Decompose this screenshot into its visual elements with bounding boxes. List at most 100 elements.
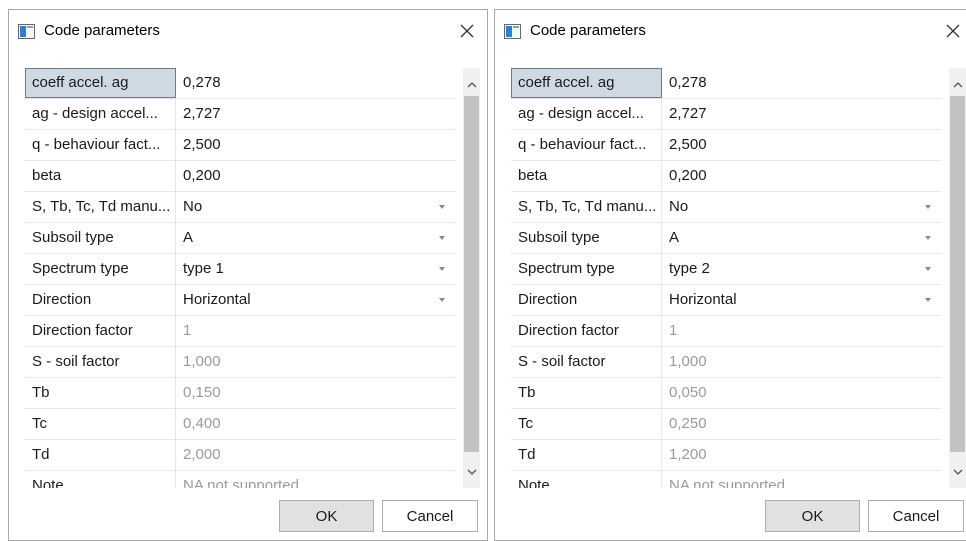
ok-button[interactable]: OK: [765, 500, 860, 532]
property-name[interactable]: coeff accel. ag: [25, 68, 176, 98]
property-name[interactable]: Subsoil type: [511, 223, 662, 253]
table-row[interactable]: Td 2,000: [25, 440, 455, 471]
property-name[interactable]: q - behaviour fact...: [511, 130, 662, 160]
table-row[interactable]: Direction Horizontal: [511, 285, 941, 316]
cancel-button[interactable]: Cancel: [868, 500, 964, 532]
property-value[interactable]: 2,500: [663, 130, 941, 160]
property-value[interactable]: 2,727: [663, 99, 941, 129]
vertical-scrollbar[interactable]: [949, 68, 966, 488]
property-grid: coeff accel. ag 0,278 ag - design accel.…: [511, 68, 966, 488]
table-row[interactable]: coeff accel. ag 0,278: [25, 68, 455, 99]
property-name[interactable]: S, Tb, Tc, Td manu...: [511, 192, 662, 222]
property-value: 1: [669, 322, 678, 339]
table-row[interactable]: Tc 0,250: [511, 409, 941, 440]
dropdown-arrow-icon[interactable]: [439, 298, 445, 302]
property-name[interactable]: q - behaviour fact...: [25, 130, 176, 160]
property-name[interactable]: ag - design accel...: [511, 99, 662, 129]
property-name[interactable]: Tb: [511, 378, 662, 408]
dropdown-arrow-icon[interactable]: [439, 205, 445, 209]
property-name[interactable]: Note: [25, 471, 176, 488]
direction-select[interactable]: Horizontal: [177, 285, 455, 315]
property-name[interactable]: Tb: [25, 378, 176, 408]
property-name[interactable]: Subsoil type: [25, 223, 176, 253]
chevron-down-icon: [953, 469, 962, 475]
table-row[interactable]: Direction factor 1: [25, 316, 455, 347]
property-name[interactable]: Spectrum type: [25, 254, 176, 284]
property-name[interactable]: Direction: [511, 285, 662, 315]
close-button[interactable]: [939, 18, 966, 44]
table-row[interactable]: Subsoil type A: [511, 223, 941, 254]
manual-select[interactable]: No: [177, 192, 455, 222]
property-name[interactable]: Td: [511, 440, 662, 470]
close-button[interactable]: [453, 18, 481, 44]
property-value[interactable]: 2,727: [177, 99, 455, 129]
property-name[interactable]: Direction factor: [25, 316, 176, 346]
table-row[interactable]: Tb 0,050: [511, 378, 941, 409]
table-row[interactable]: S, Tb, Tc, Td manu... No: [25, 192, 455, 223]
scroll-thumb[interactable]: [950, 96, 965, 452]
spectrum-type-select[interactable]: type 2: [663, 254, 941, 284]
table-row[interactable]: Spectrum type type 2: [511, 254, 941, 285]
table-row[interactable]: Tc 0,400: [25, 409, 455, 440]
property-name[interactable]: Note: [511, 471, 662, 488]
property-name[interactable]: S, Tb, Tc, Td manu...: [25, 192, 176, 222]
ok-button[interactable]: OK: [279, 500, 374, 532]
table-row[interactable]: S, Tb, Tc, Td manu... No: [511, 192, 941, 223]
manual-select[interactable]: No: [663, 192, 941, 222]
table-row[interactable]: S - soil factor 1,000: [511, 347, 941, 378]
table-row[interactable]: ag - design accel... 2,727: [511, 99, 941, 130]
scroll-up-button[interactable]: [949, 74, 966, 94]
property-name[interactable]: Td: [25, 440, 176, 470]
property-name[interactable]: Spectrum type: [511, 254, 662, 284]
table-row[interactable]: Direction Horizontal: [25, 285, 455, 316]
table-row[interactable]: ag - design accel... 2,727: [25, 99, 455, 130]
subsoil-type-select[interactable]: A: [177, 223, 455, 253]
dropdown-arrow-icon[interactable]: [925, 236, 931, 240]
property-name[interactable]: Tc: [511, 409, 662, 439]
property-value[interactable]: 0,278: [177, 68, 455, 98]
property-name[interactable]: ag - design accel...: [25, 99, 176, 129]
dropdown-arrow-icon[interactable]: [439, 267, 445, 271]
property-name[interactable]: beta: [511, 161, 662, 191]
scroll-down-button[interactable]: [949, 462, 966, 482]
table-row[interactable]: q - behaviour fact... 2,500: [511, 130, 941, 161]
scroll-thumb[interactable]: [464, 96, 479, 452]
property-name[interactable]: S - soil factor: [511, 347, 662, 377]
dialog-title: Code parameters: [530, 22, 646, 39]
property-value[interactable]: 0,278: [663, 68, 941, 98]
table-row[interactable]: beta 0,200: [25, 161, 455, 192]
scroll-up-button[interactable]: [463, 74, 480, 94]
scroll-down-button[interactable]: [463, 462, 480, 482]
table-row[interactable]: beta 0,200: [511, 161, 941, 192]
table-row[interactable]: Note NA not supported: [25, 471, 455, 488]
table-row[interactable]: Direction factor 1: [511, 316, 941, 347]
property-name[interactable]: S - soil factor: [25, 347, 176, 377]
table-row[interactable]: S - soil factor 1,000: [25, 347, 455, 378]
property-name[interactable]: Direction factor: [511, 316, 662, 346]
cancel-button[interactable]: Cancel: [382, 500, 478, 532]
table-row[interactable]: Subsoil type A: [25, 223, 455, 254]
dropdown-arrow-icon[interactable]: [925, 267, 931, 271]
table-row[interactable]: Note NA not supported: [511, 471, 941, 488]
subsoil-type-select[interactable]: A: [663, 223, 941, 253]
property-value[interactable]: 2,500: [177, 130, 455, 160]
table-row[interactable]: q - behaviour fact... 2,500: [25, 130, 455, 161]
property-name[interactable]: beta: [25, 161, 176, 191]
dialog-titlebar: Code parameters: [9, 10, 487, 52]
dropdown-arrow-icon[interactable]: [925, 298, 931, 302]
direction-select[interactable]: Horizontal: [663, 285, 941, 315]
property-value[interactable]: 0,200: [663, 161, 941, 191]
property-name[interactable]: Direction: [25, 285, 176, 315]
property-value: A: [669, 229, 680, 246]
property-name[interactable]: Tc: [25, 409, 176, 439]
table-row[interactable]: Tb 0,150: [25, 378, 455, 409]
vertical-scrollbar[interactable]: [463, 68, 480, 488]
property-value[interactable]: 0,200: [177, 161, 455, 191]
table-row[interactable]: coeff accel. ag 0,278: [511, 68, 941, 99]
spectrum-type-select[interactable]: type 1: [177, 254, 455, 284]
table-row[interactable]: Spectrum type type 1: [25, 254, 455, 285]
dropdown-arrow-icon[interactable]: [925, 205, 931, 209]
dropdown-arrow-icon[interactable]: [439, 236, 445, 240]
table-row[interactable]: Td 1,200: [511, 440, 941, 471]
property-name[interactable]: coeff accel. ag: [511, 68, 662, 98]
